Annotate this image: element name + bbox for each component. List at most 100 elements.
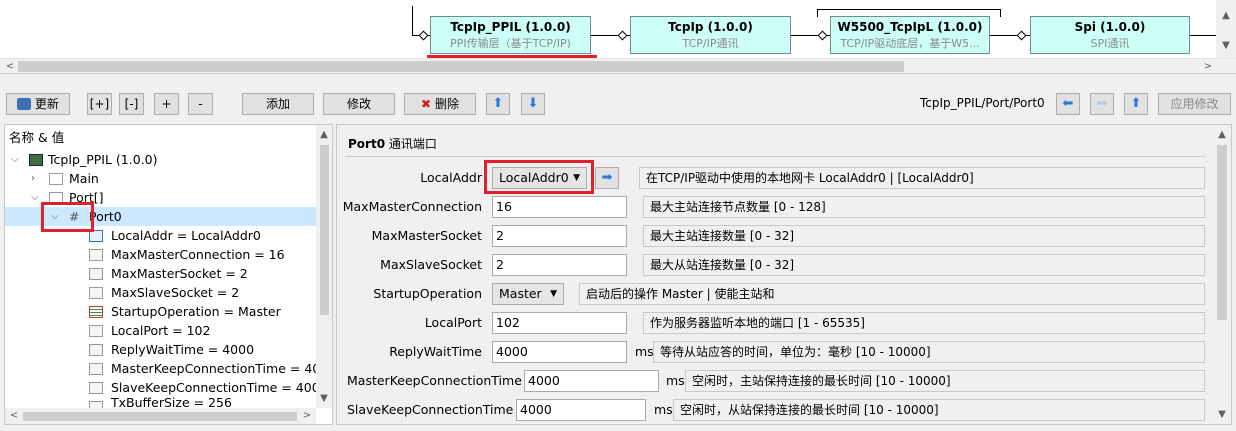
node-tcpip[interactable]: TcpIp (1.0.0) TCP/IP通讯 [630,16,791,54]
number-icon [89,268,103,280]
diagram-vertical-scrollbar[interactable]: ▲ ▼ [1216,0,1236,58]
divider [345,156,1205,157]
number-icon [89,382,103,394]
delete-button[interactable]: ✖ 删除 [404,93,476,115]
node-title: TcpIp (1.0.0) [668,20,753,34]
modify-button[interactable]: 修改 [323,93,395,115]
tree-item[interactable]: MaxMasterConnection = 16 [5,245,317,264]
scroll-up-icon[interactable]: ▲ [316,127,332,143]
expand-all-button[interactable]: [+] [87,93,112,115]
tree-item[interactable]: LocalPort = 102 [5,321,317,340]
scroll-down-icon[interactable]: ▼ [316,391,332,407]
field-description: 最大主站连接节点数量 [0 - 128] [643,196,1205,218]
back-button[interactable]: ⬅ [1056,93,1080,115]
tree-item[interactable]: MasterKeepConnectionTime = 4000 [5,359,317,378]
tree-item-label: MaxMasterConnection = 16 [111,247,285,262]
highlight-box-port0 [41,202,94,232]
reply-wait-time-input[interactable]: 4000 [492,341,627,363]
forward-button[interactable]: ➡ [1090,93,1114,115]
number-icon [89,344,103,356]
panel-title-node: Port0 [348,137,386,151]
node-subtitle: TCP/IP通讯 [682,37,739,50]
minus-button[interactable]: - [188,93,213,115]
slave-keep-connection-time-input[interactable]: 4000 [516,399,646,421]
number-icon [89,363,103,375]
tree-item-label: ReplyWaitTime = 4000 [111,342,255,357]
panel-vertical-scrollbar[interactable]: ▲ ▼ [1213,125,1231,424]
field-description: 空闲时，主站保持连接的最长时间 [10 - 10000] [685,370,1205,392]
refresh-button[interactable]: 更新 [6,93,70,115]
master-keep-connection-time-input[interactable]: 4000 [524,370,659,392]
tree-item[interactable]: SlaveKeepConnectionTime = 4000 [5,378,328,397]
tree-item-label: LocalPort = 102 [111,323,211,338]
max-master-socket-input[interactable]: 2 [492,225,627,247]
arrow-right-icon: ➡ [1096,96,1108,111]
scroll-down-icon[interactable]: ▼ [1218,38,1234,54]
tree-item[interactable]: StartupOperation = Master [5,302,317,321]
add-button[interactable]: 添加 [242,93,314,115]
tree-item-label: StartupOperation = Master [111,304,281,319]
number-icon [89,325,103,337]
scroll-left-icon[interactable]: < [6,408,22,424]
arrow-up-icon: ⬆ [1130,96,1142,111]
scroll-right-icon[interactable]: > [1200,59,1216,73]
tree-item[interactable]: MaxSlaveSocket = 2 [5,283,317,302]
tree-item[interactable]: ⌵ TcpIp_PPIL (1.0.0) [5,150,317,169]
module-icon [29,154,43,166]
local-port-input[interactable]: 102 [492,312,627,334]
node-subtitle: SPI通讯 [1090,37,1130,50]
collapse-all-button[interactable]: [-] [119,93,144,115]
plus-button[interactable]: + [154,93,179,115]
tree-item-label: Main [69,171,99,186]
scroll-right-icon[interactable]: > [299,408,315,424]
scrollbar-thumb[interactable] [1217,145,1227,320]
scroll-left-icon[interactable]: < [2,59,18,73]
field-description: 最大从站连接数量 [0 - 32] [643,254,1205,276]
tree-item[interactable]: MaxMasterSocket = 2 [5,264,317,283]
highlight-box-localaddr [484,160,594,194]
panel-title: Port0 通讯端口 [348,135,437,152]
tree-item-label: TcpIp_PPIL (1.0.0) [48,152,158,167]
diagram-horizontal-scrollbar[interactable]: < > [0,58,1236,73]
tree-item-label: MaxMasterSocket = 2 [111,266,248,281]
field-label: ReplyWaitTime [389,344,482,359]
move-up-button[interactable]: ⬆ [486,93,510,115]
startup-operation-select[interactable]: Master ▼ [492,283,564,305]
goto-reference-button[interactable]: ➡ [595,167,619,189]
node-spi[interactable]: Spi (1.0.0) SPI通讯 [1030,16,1190,54]
scrollbar-thumb[interactable] [320,145,329,315]
max-slave-socket-input[interactable]: 2 [492,254,627,276]
field-label: LocalAddr [420,170,482,185]
scroll-up-icon[interactable]: ▲ [1218,8,1234,24]
arrow-down-icon: ⬇ [527,96,539,111]
apply-changes-button[interactable]: 应用修改 [1158,93,1231,115]
tree-vertical-scrollbar[interactable]: ▲ ▼ [316,125,332,408]
chevron-down-icon[interactable]: ⌵ [31,188,39,207]
node-title: TcpIp_PPIL (1.0.0) [450,20,571,34]
scroll-down-icon[interactable]: ▼ [1214,407,1230,423]
scroll-up-icon[interactable]: ▲ [1214,127,1230,143]
node-tcpip-ppil[interactable]: TcpIp_PPIL (1.0.0) PPI传输层（基于TCP/IP) [430,16,591,54]
connector-diamond [418,30,429,41]
connector-diamond [1016,30,1027,41]
tree-horizontal-scrollbar[interactable]: < > [5,408,316,424]
refresh-label: 更新 [34,97,59,111]
node-w5500-tcpipl[interactable]: W5500_TcpIpL (1.0.0) TCP/IP驱动底层，基于W5... [830,16,990,54]
field-label: LocalPort [424,315,482,330]
refresh-icon [17,98,32,110]
tree-header: 名称 & 值 [9,130,65,145]
delete-label: 删除 [434,97,459,111]
field-label: MaxMasterConnection [342,199,482,214]
scrollbar-thumb[interactable] [23,412,297,421]
chevron-right-icon[interactable]: › [31,169,35,188]
tree-item[interactable]: › Main [5,169,317,188]
tree-item-label: LocalAddr = LocalAddr0 [111,228,261,243]
max-master-connection-input[interactable]: 16 [492,196,627,218]
chevron-down-icon[interactable]: ⌵ [11,150,19,169]
move-down-button[interactable]: ⬇ [521,93,545,115]
field-label: MasterKeepConnectionTime [347,373,522,388]
folder-icon [49,173,63,185]
scrollbar-thumb[interactable] [18,61,904,72]
parent-button[interactable]: ⬆ [1124,93,1148,115]
tree-item[interactable]: ReplyWaitTime = 4000 [5,340,317,359]
